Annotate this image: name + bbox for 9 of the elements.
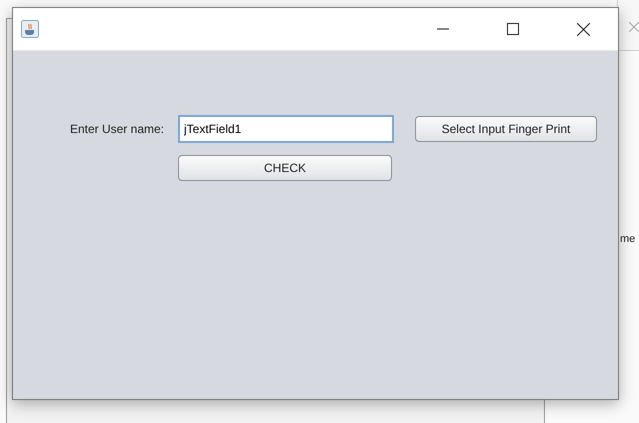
check-button[interactable]: CHECK xyxy=(178,155,392,181)
maximize-icon[interactable] xyxy=(507,23,519,35)
background-text: me xyxy=(620,233,636,245)
minimize-icon[interactable] xyxy=(437,28,449,30)
cup-icon xyxy=(21,20,39,38)
username-field[interactable]: jTextField1 xyxy=(178,115,394,143)
close-icon[interactable] xyxy=(576,22,590,36)
select-fingerprint-button[interactable]: Select Input Finger Print xyxy=(415,116,597,142)
username-label: Enter User name: xyxy=(70,122,165,136)
